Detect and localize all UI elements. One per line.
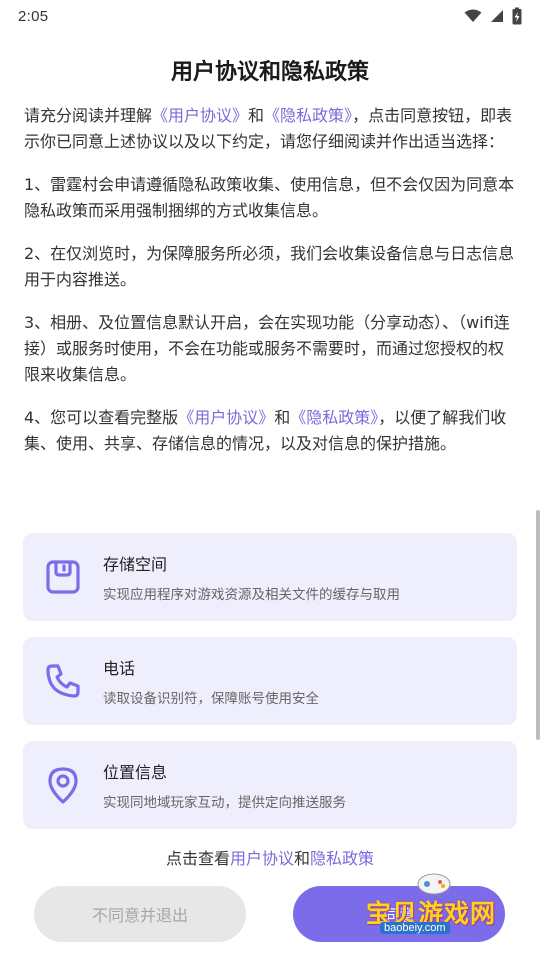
dialog-title: 用户协议和隐私政策 (170, 60, 369, 85)
intro-and: 和 (248, 106, 265, 125)
permission-card-storage: 存储空间 实现应用程序对游戏资源及相关文件的缓存与取用 (23, 533, 517, 621)
status-bar: 2:05 (0, 0, 540, 32)
decline-exit-button[interactable]: 不同意并退出 (34, 886, 246, 942)
status-icons (464, 7, 522, 25)
watermark: 宝贝游戏网 baobeiy.com (366, 866, 516, 946)
footer-prefix: 点击查看 (165, 849, 230, 868)
scrollbar[interactable] (536, 510, 540, 740)
location-icon (48, 767, 78, 804)
footer-user-agreement-link[interactable]: 用户协议 (230, 849, 294, 868)
item-4: 4、您可以查看完整版《用户协议》和《隐私政策》，以便了解我们收集、使用、共享、存… (24, 405, 516, 457)
item-3: 3、相册、及位置信息默认开启，会在实现功能（分享动态）、（wifi连接）或服务时… (24, 313, 510, 384)
footer-and: 和 (294, 849, 311, 868)
privacy-policy-link[interactable]: 《隐私政策》 (264, 106, 352, 125)
gamepad-logo-icon (417, 873, 451, 895)
intro-text-1: 请充分阅读并理解 (24, 106, 153, 125)
permission-name: 电话 (103, 659, 136, 678)
watermark-url: baobeiy.com (380, 922, 450, 934)
permission-desc: 实现同地域玩家互动，提供定向推送服务 (103, 795, 346, 811)
item4-text-1: 4、您可以查看完整版 (24, 408, 179, 427)
intro-paragraph: 请充分阅读并理解《用户协议》和《隐私政策》，点击同意按钮，即表示你已同意上述协议… (24, 103, 516, 155)
privacy-policy-link-2[interactable]: 《隐私政策》 (290, 408, 378, 427)
signal-icon (491, 10, 503, 22)
footer-privacy-policy-link[interactable]: 隐私政策 (310, 849, 374, 868)
item4-and: 和 (274, 408, 291, 427)
permission-desc: 读取设备识别符，保障账号使用安全 (103, 691, 319, 707)
user-agreement-link-2[interactable]: 《用户协议》 (178, 408, 274, 427)
permission-desc: 实现应用程序对游戏资源及相关文件的缓存与取用 (103, 587, 400, 603)
permission-name: 存储空间 (103, 555, 168, 574)
item-2: 2、在仅浏览时，为保障服务所必须，我们会收集设备信息与日志信息用于内容推送。 (24, 244, 515, 289)
phone-icon (46, 664, 80, 698)
permission-name: 位置信息 (103, 763, 168, 782)
status-time: 2:05 (18, 7, 49, 25)
permission-card-location: 位置信息 实现同地域玩家互动，提供定向推送服务 (23, 741, 517, 829)
agreement-content: 请充分阅读并理解《用户协议》和《隐私政策》，点击同意按钮，即表示你已同意上述协议… (24, 103, 516, 474)
wifi-icon (464, 9, 482, 22)
user-agreement-link[interactable]: 《用户协议》 (152, 106, 248, 125)
battery-charging-icon (512, 7, 522, 25)
storage-icon (46, 560, 80, 594)
permission-card-phone: 电话 读取设备识别符，保障账号使用安全 (23, 637, 517, 725)
item-1: 1、雷霆村会申请遵循隐私政策收集、使用信息，但不会仅因为同意本隐私政策而采用强制… (24, 175, 515, 220)
